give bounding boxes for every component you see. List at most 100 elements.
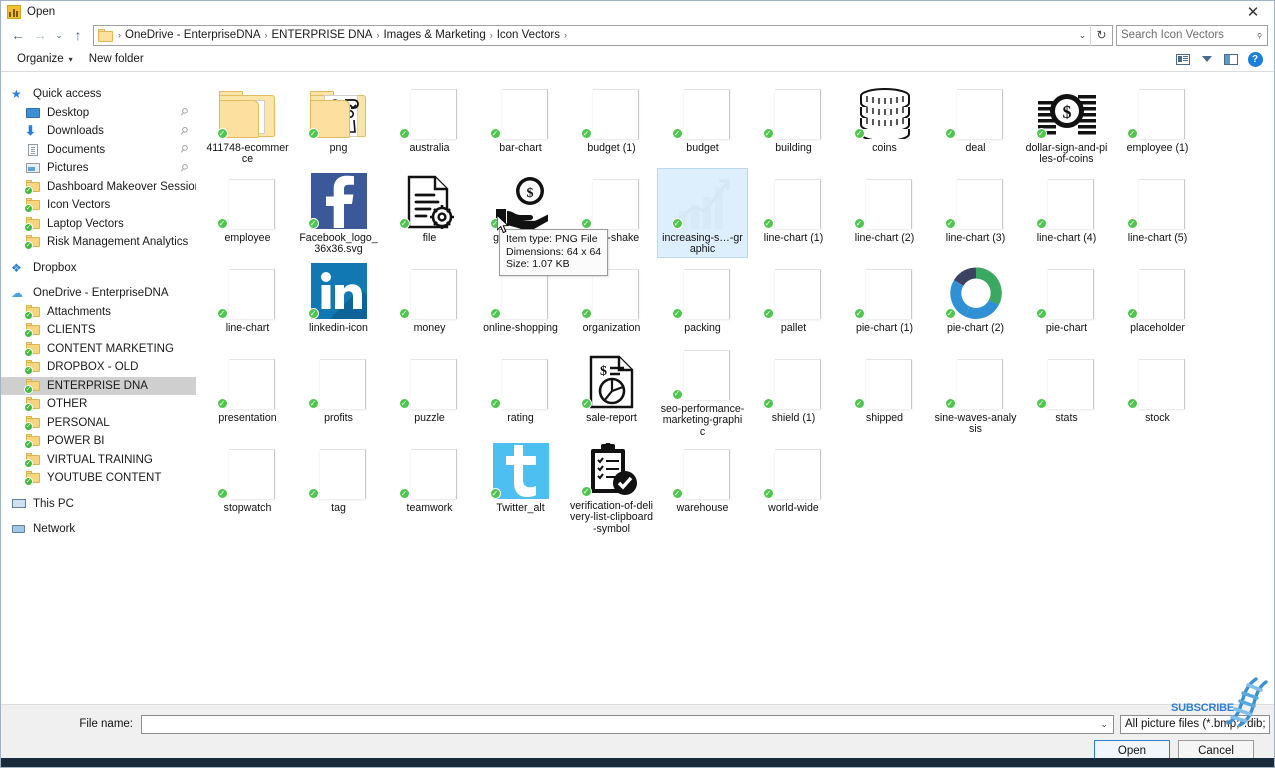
sidebar-item-downloads[interactable]: ⬇ Downloads ⚲ [1, 122, 196, 141]
file-item[interactable]: ✓ increasing-s…-graphic [657, 168, 748, 258]
file-item[interactable]: ✓ line-chart (4) [1021, 168, 1112, 258]
file-item[interactable]: ✓ employee [202, 168, 293, 258]
file-item[interactable]: ✓ 411748-ecommerce [202, 78, 293, 168]
organize-button[interactable]: Organize ▾ [9, 49, 81, 70]
sidebar-item-virtual-training[interactable]: ✓ VIRTUAL TRAINING [1, 451, 196, 470]
file-item[interactable]: ✓ puzzle [384, 348, 475, 438]
file-item[interactable]: ✓ australia [384, 78, 475, 168]
sidebar-item-dashboard-makeover-session[interactable]: ✓ Dashboard Makeover Session [1, 178, 196, 197]
breadcrumb-item-enterprise-dna[interactable]: ENTERPRISE DNA [268, 29, 375, 41]
blank-image-thumbnail [592, 269, 639, 319]
sidebar-item-laptop-vectors[interactable]: ✓ Laptop Vectors [1, 215, 196, 234]
file-item[interactable]: $ ✓ dollar-sign-and-piles-of-coins [1021, 78, 1112, 168]
file-item[interactable]: ✓ pie-chart (2) [930, 258, 1021, 348]
file-item[interactable]: ✓ pie-chart [1021, 258, 1112, 348]
pin-icon[interactable]: ⚲ [177, 106, 190, 119]
file-item[interactable]: ✓ line-chart (1) [748, 168, 839, 258]
recent-locations-button[interactable]: ⌄ [51, 24, 67, 46]
file-label: pie-chart (1) [855, 322, 914, 334]
file-item[interactable]: ✓ tag [293, 438, 384, 528]
file-item[interactable]: ✓ world-wide [748, 438, 839, 528]
sidebar-item-onedrive-enterprisedna[interactable]: ☁ OneDrive - EnterpriseDNA [1, 284, 196, 303]
pin-icon[interactable]: ⚲ [177, 162, 190, 175]
file-item[interactable]: ✓ file [384, 168, 475, 258]
address-bar[interactable]: › OneDrive - EnterpriseDNA › ENTERPRISE … [93, 24, 1113, 46]
file-item[interactable]: ✓ placeholder [1112, 258, 1203, 348]
file-list-pane[interactable]: ✓ 411748-ecommerce ✓ png ✓ australia ✓ bar-char… [196, 72, 1274, 704]
chevron-down-icon[interactable]: ⌄ [1097, 719, 1111, 730]
file-item[interactable]: ✓ shield (1) [748, 348, 839, 438]
file-item[interactable]: ✓ building [748, 78, 839, 168]
file-item[interactable]: ✓ budget [657, 78, 748, 168]
sidebar-item-clients[interactable]: ✓ CLIENTS [1, 321, 196, 340]
view-layout-icon[interactable] [1172, 49, 1194, 69]
file-item[interactable]: ✓ teamwork [384, 438, 475, 528]
forward-button[interactable]: → [29, 24, 51, 46]
file-item[interactable]: ✓ shipped [839, 348, 930, 438]
file-item[interactable]: ✓ Facebook_logo_36x36.svg [293, 168, 384, 258]
sidebar-item-quick-access[interactable]: ★ Quick access [1, 85, 196, 104]
sidebar-item-power-bi[interactable]: ✓ POWER BI [1, 432, 196, 451]
sidebar-item-enterprise-dna[interactable]: ✓ ENTERPRISE DNA [1, 376, 196, 395]
preview-pane-icon[interactable] [1220, 49, 1242, 69]
file-item[interactable]: ✓ verification-of-delivery-list-clipboard… [566, 438, 657, 535]
file-item[interactable]: ✓ profits [293, 348, 384, 438]
file-name-input[interactable]: ⌄ [141, 714, 1114, 734]
sidebar-item-icon-vectors[interactable]: ✓ Icon Vectors [1, 196, 196, 215]
file-item[interactable]: ✓ pie-chart (1) [839, 258, 930, 348]
sidebar-item-risk-management-analytics[interactable]: ✓ Risk Management Analytics [1, 233, 196, 252]
sidebar-item-this-pc[interactable]: This PC [1, 495, 196, 514]
file-type-select[interactable]: All picture files (*.bmp;*.dib; [1120, 714, 1270, 734]
breadcrumb-item-onedrive[interactable]: OneDrive - EnterpriseDNA [122, 29, 263, 41]
file-item[interactable]: ✓ seo-performance-marketing-graphic [657, 348, 748, 438]
file-item[interactable]: ✓ line-chart (5) [1112, 168, 1203, 258]
file-item[interactable]: ✓ budget (1) [566, 78, 657, 168]
file-item[interactable]: ✓ pallet [748, 258, 839, 348]
pin-icon[interactable]: ⚲ [177, 143, 190, 156]
sidebar-item-network[interactable]: Network [1, 520, 196, 539]
file-item[interactable]: ✓ png [293, 78, 384, 168]
file-item[interactable]: ✓ line-chart [202, 258, 293, 348]
sidebar-item-dropbox[interactable]: ❖ Dropbox [1, 259, 196, 278]
chevron-down-icon[interactable] [1196, 49, 1218, 69]
sidebar-item-dropbox-old[interactable]: ✓ DROPBOX - OLD [1, 358, 196, 377]
search-input[interactable]: Search Icon Vectors ⌕ [1116, 24, 1268, 46]
file-item[interactable]: ✓ line-chart (2) [839, 168, 930, 258]
up-button[interactable]: ↑ [67, 24, 89, 46]
sidebar-item-youtube-content[interactable]: ✓ YOUTUBE CONTENT [1, 469, 196, 488]
file-item[interactable]: ✓ warehouse [657, 438, 748, 528]
back-button[interactable]: ← [7, 24, 29, 46]
file-item[interactable]: ✓ rating [475, 348, 566, 438]
navigation-sidebar[interactable]: ★ Quick access Desktop ⚲ ⬇ Downloads ⚲ Document… [1, 72, 196, 704]
file-item[interactable]: $ ✓ sale-report [566, 348, 657, 438]
file-item[interactable]: ✓ deal [930, 78, 1021, 168]
sidebar-item-other[interactable]: ✓ OTHER [1, 395, 196, 414]
pin-icon[interactable]: ⚲ [177, 125, 190, 138]
help-icon[interactable]: ? [1244, 49, 1266, 69]
file-item[interactable]: ✓ Twitter_alt [475, 438, 566, 528]
sidebar-item-attachments[interactable]: ✓ Attachments [1, 303, 196, 322]
file-item[interactable]: ✓ stopwatch [202, 438, 293, 528]
file-item[interactable]: ✓ stock [1112, 348, 1203, 438]
sidebar-item-documents[interactable]: Documents ⚲ [1, 141, 196, 160]
breadcrumb-item-images-marketing[interactable]: Images & Marketing [380, 29, 488, 41]
chevron-down-icon[interactable]: ⌄ [1075, 30, 1090, 41]
sidebar-item-pictures[interactable]: Pictures ⚲ [1, 159, 196, 178]
file-item[interactable]: ✓ packing [657, 258, 748, 348]
file-item[interactable]: ✓ coins [839, 78, 930, 168]
file-item[interactable]: ✓ bar-chart [475, 78, 566, 168]
file-item[interactable]: ✓ employee (1) [1112, 78, 1203, 168]
sidebar-item-content-marketing[interactable]: ✓ CONTENT MARKETING [1, 340, 196, 359]
sidebar-item-personal[interactable]: ✓ PERSONAL [1, 414, 196, 433]
refresh-icon[interactable]: ↻ [1090, 24, 1112, 46]
file-item[interactable]: ✓ sine-waves-analysis [930, 348, 1021, 438]
breadcrumb-item-icon-vectors[interactable]: Icon Vectors [494, 29, 563, 41]
sidebar-item-desktop[interactable]: Desktop ⚲ [1, 104, 196, 123]
new-folder-button[interactable]: New folder [81, 49, 152, 70]
file-item[interactable]: ✓ money [384, 258, 475, 348]
file-item[interactable]: ✓ stats [1021, 348, 1112, 438]
file-item[interactable]: ✓ presentation [202, 348, 293, 438]
file-item[interactable]: ✓ linkedin-icon [293, 258, 384, 348]
file-item[interactable]: ✓ line-chart (3) [930, 168, 1021, 258]
close-icon[interactable]: ✕ [1232, 1, 1274, 23]
